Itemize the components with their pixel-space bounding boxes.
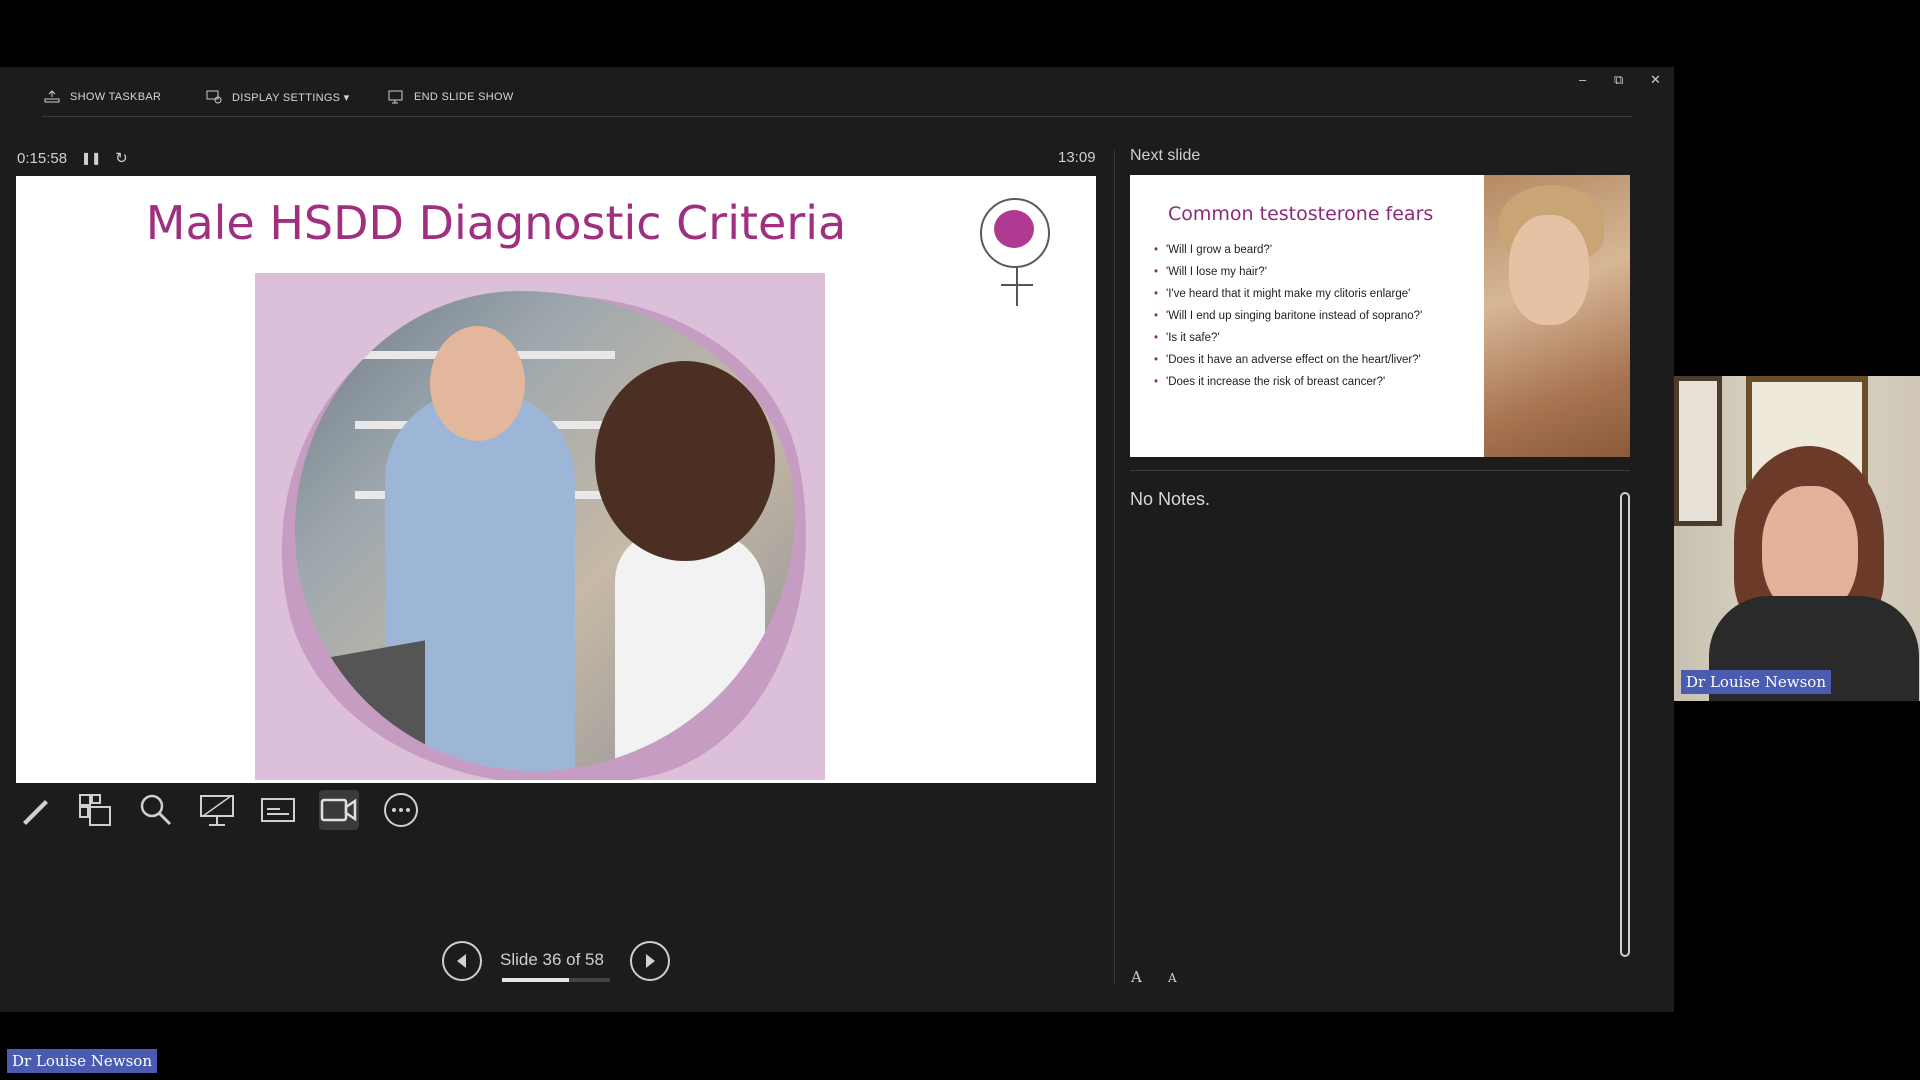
decrease-font-button[interactable]: A [1168, 971, 1177, 985]
camera-icon[interactable] [319, 790, 359, 830]
list-item: 'Does it increase the risk of breast can… [1154, 371, 1422, 393]
slide-photo [255, 273, 825, 780]
rose-logo-icon [980, 198, 1050, 268]
logo-cross [1001, 284, 1033, 286]
webcam-name-tag: Dr Louise Newson [1681, 670, 1831, 694]
pause-icon[interactable]: ❚❚ [81, 151, 101, 165]
list-item: 'Will I end up singing baritone instead … [1154, 305, 1422, 327]
clock: 13:09 [1058, 149, 1096, 166]
elapsed-time: 0:15:58 [17, 149, 68, 167]
end-slide-show-label: END SLIDE SHOW [414, 91, 514, 103]
close-button[interactable]: ✕ [1650, 72, 1661, 88]
end-show-icon [388, 90, 404, 104]
previous-slide-button[interactable] [442, 941, 482, 981]
next-slide-label: Next slide [1130, 147, 1201, 164]
logo-stem [1016, 266, 1018, 306]
pane-divider[interactable] [1114, 150, 1115, 985]
timer-bar: 0:15:58 ❚❚ ↻ [17, 149, 128, 168]
subtitles-icon[interactable] [258, 790, 298, 830]
laptop [305, 640, 425, 771]
notes-divider [1130, 470, 1630, 471]
current-slide[interactable]: Male HSDD Diagnostic Criteria [16, 176, 1096, 783]
reset-icon[interactable]: ↻ [115, 149, 128, 167]
display-settings-button[interactable]: DISPLAY SETTINGS ▾ [206, 88, 350, 106]
end-slide-show-button[interactable]: END SLIDE SHOW [388, 88, 514, 106]
notes-scrollbar[interactable] [1620, 492, 1630, 957]
zoom-icon[interactable] [136, 790, 176, 830]
display-settings-label: DISPLAY SETTINGS ▾ [232, 91, 350, 104]
speaker-name-tag: Dr Louise Newson [7, 1049, 157, 1073]
list-item: 'Will I grow a beard?' [1154, 239, 1422, 261]
display-settings-icon [206, 90, 222, 104]
restore-button[interactable]: ⧉ [1614, 72, 1623, 88]
woman-figure [615, 531, 765, 771]
next-slide-bullets: 'Will I grow a beard?' 'Will I lose my h… [1154, 239, 1422, 393]
slide-progress-fill [502, 978, 569, 982]
show-taskbar-button[interactable]: SHOW TASKBAR [44, 88, 161, 106]
next-slide-preview[interactable]: Common testosterone fears 'Will I grow a… [1130, 175, 1630, 457]
next-slide-button[interactable] [630, 941, 670, 981]
show-taskbar-label: SHOW TASKBAR [70, 91, 162, 103]
next-slide-title: Common testosterone fears [1168, 203, 1434, 225]
list-item: 'I've heard that it might make my clitor… [1154, 283, 1422, 305]
taskbar-icon [44, 90, 60, 104]
list-item: 'Does it have an adverse effect on the h… [1154, 349, 1422, 371]
pensive-woman-photo [1484, 175, 1630, 457]
man-head [430, 326, 525, 441]
see-all-slides-icon[interactable] [75, 790, 115, 830]
black-screen-icon[interactable] [197, 790, 237, 830]
woman-hair [595, 361, 775, 561]
increase-font-button[interactable]: A [1131, 968, 1142, 986]
triangle-left-icon [457, 954, 466, 968]
speaker-notes[interactable]: No Notes. [1130, 489, 1210, 510]
rose-shape [994, 210, 1034, 248]
slide-title: Male HSDD Diagnostic Criteria [145, 196, 847, 250]
slide-counter[interactable]: Slide 36 of 58 [500, 950, 604, 970]
more-options-icon[interactable] [381, 790, 421, 830]
woman-face [1509, 215, 1589, 325]
minimize-button[interactable]: – [1579, 72, 1586, 87]
webcam-feed [1674, 376, 1920, 701]
triangle-right-icon [646, 954, 655, 968]
pharmacy-photo [295, 291, 795, 771]
toolbar-divider [42, 116, 1632, 117]
wall-frame [1674, 376, 1722, 526]
list-item: 'Is it safe?' [1154, 327, 1422, 349]
pen-tool-icon[interactable] [15, 790, 55, 830]
list-item: 'Will I lose my hair?' [1154, 261, 1422, 283]
